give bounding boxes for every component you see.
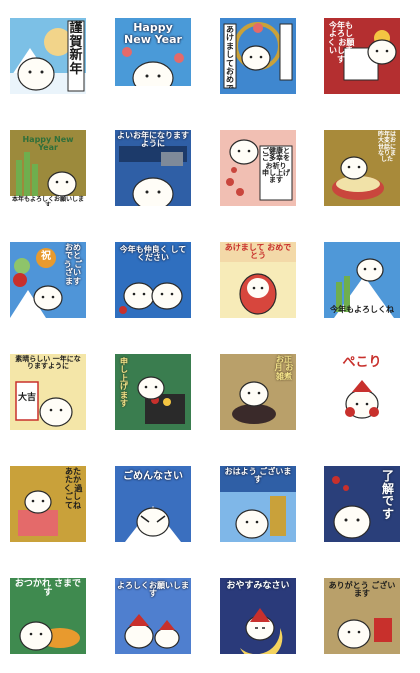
sticker-caption: おはよう ございます — [224, 467, 292, 485]
sticker-caption: よいお年になりますように — [117, 131, 189, 149]
sticker-caption: おつかれ さまです — [14, 579, 82, 599]
sticker-caption: あたたかく 過ごしてね — [63, 467, 83, 510]
sticker-21[interactable]: おつかれ さまです — [10, 578, 86, 654]
sticker-12[interactable]: 今年もよろしくね — [324, 242, 400, 318]
sticker-8[interactable]: 昨年は大変お世話になりました — [324, 130, 400, 206]
sticker-20[interactable]: 了解です — [324, 466, 400, 542]
sticker-caption: Happy New Year — [22, 135, 74, 153]
sticker-9[interactable]: 祝 おめでとう ございます — [10, 242, 86, 318]
sticker-24[interactable]: ありがとう ございます — [324, 578, 400, 654]
sticker-23[interactable]: おやすみなさい — [220, 578, 296, 654]
sticker-caption: おやすみなさい — [226, 581, 290, 591]
sticker-subcaption: 本年もよろしくお願いします — [11, 196, 84, 206]
sticker-14[interactable]: 申し上げます — [115, 354, 191, 430]
sticker-6[interactable]: よいお年になりますように — [115, 130, 191, 206]
sticker-badge: 祝 — [41, 251, 51, 262]
sticker-15[interactable]: お正月 お雑煮 — [220, 354, 296, 430]
sticker-caption: Happy New Year — [124, 21, 182, 46]
sticker-caption: 申し上げます — [120, 357, 128, 408]
sticker-7[interactable]: ご健康と ご多幸を お祈り 申し上げます — [220, 130, 296, 206]
sticker-caption: ごめんなさい — [123, 471, 183, 482]
sticker-caption: あけまして おめでとう ございます — [226, 26, 234, 88]
sticker-caption: 今年もよろしく お願いします — [327, 21, 355, 64]
sticker-11[interactable]: あけまして おめでとう — [220, 242, 296, 318]
sticker-caption: お正月 お雑煮 — [274, 355, 294, 381]
sticker-10[interactable]: 今年も仲良く してください — [115, 242, 191, 318]
sticker-caption: 昨年は大変お世話になりました — [377, 131, 396, 164]
sticker-caption: 素晴らしい 一年になりますように — [15, 355, 81, 371]
sticker-caption: ありがとう ございます — [328, 581, 396, 599]
sticker-caption: ぺこり — [342, 355, 382, 370]
sticker-3[interactable]: あけまして おめでとう ございます — [220, 18, 296, 94]
sticker-16[interactable]: ぺこり — [324, 354, 400, 430]
sticker-caption: 今年もよろしくね — [330, 305, 394, 314]
sticker-22[interactable]: よろしくお願いします — [115, 578, 191, 654]
sticker-2[interactable]: Happy New Year — [115, 18, 191, 94]
sticker-4[interactable]: 今年もよろしく お願いします — [324, 18, 400, 94]
sticker-caption: おめでとう ございます — [63, 243, 83, 286]
sticker-1[interactable]: 謹賀新年 — [10, 18, 86, 94]
sticker-caption: ご健康と ご多幸を お祈り 申し上げます — [262, 147, 290, 185]
sticker-caption: 謹賀新年 — [69, 21, 83, 77]
sticker-19[interactable]: おはよう ございます — [220, 466, 296, 542]
sticker-grid: 謹賀新年 Happy New Year あけまして おめでとう ございます 今年… — [0, 0, 420, 673]
sticker-caption: よろしくお願いします — [117, 581, 189, 599]
sticker-5[interactable]: Happy New Year 本年もよろしくお願いします — [10, 130, 86, 206]
sticker-18[interactable]: ごめんなさい — [115, 466, 191, 542]
sticker-caption: 今年も仲良く してください — [119, 245, 187, 263]
sticker-badge: 大吉 — [17, 393, 36, 403]
sticker-13[interactable]: 素晴らしい 一年になりますように 大吉 — [10, 354, 86, 430]
sticker-caption: 了解です — [381, 469, 394, 521]
sticker-caption: あけまして おめでとう — [224, 243, 292, 261]
sticker-17[interactable]: あたたかく 過ごしてね — [10, 466, 86, 542]
